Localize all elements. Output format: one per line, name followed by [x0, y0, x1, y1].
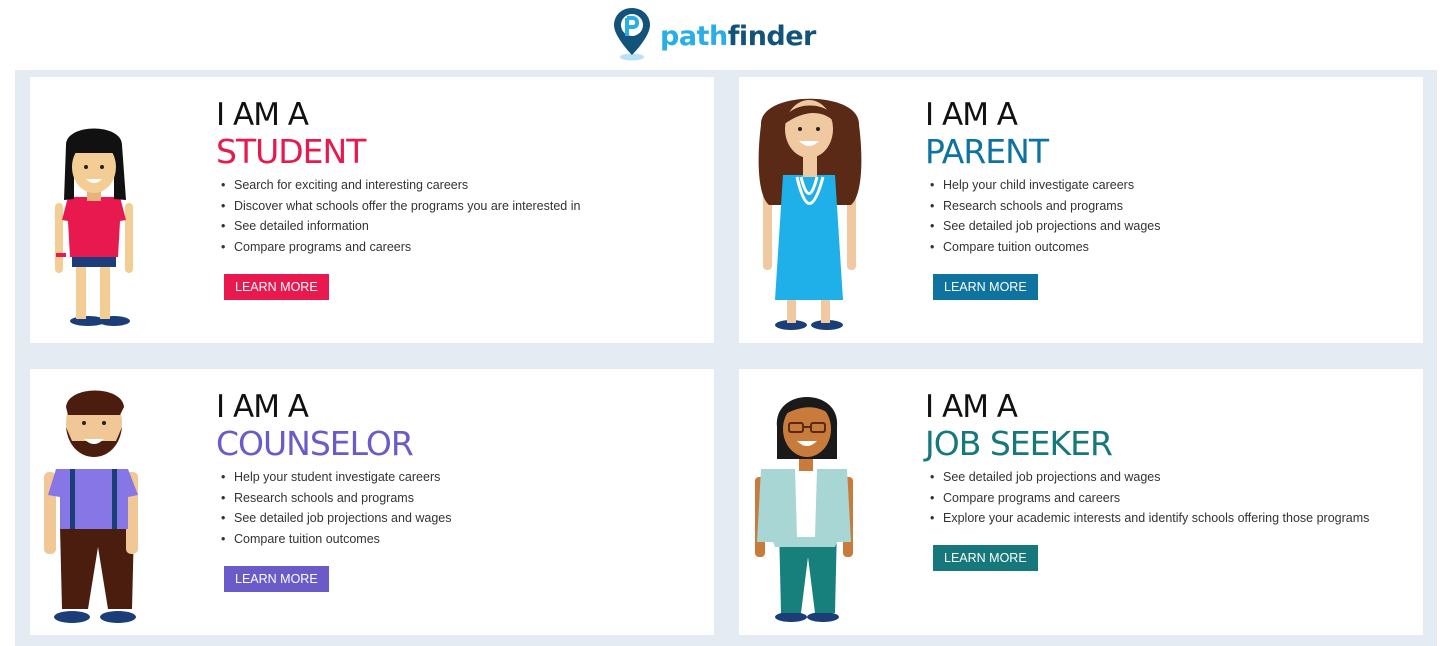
card-role-title: JOB SEEKER	[925, 424, 1113, 463]
parent-illustration	[751, 85, 871, 335]
card-parent: I AM A PARENT Help your child investigat…	[739, 77, 1423, 343]
list-item: Discover what schools offer the programs…	[218, 196, 580, 217]
pathfinder-logo[interactable]: pathfinder	[612, 6, 816, 62]
logo-text-path: path	[660, 20, 728, 52]
card-prefix: I AM A	[925, 389, 1018, 425]
site-header: pathfinder	[0, 0, 1442, 70]
learn-more-button[interactable]: LEARN MORE	[933, 545, 1038, 572]
learn-more-button[interactable]: LEARN MORE	[224, 565, 329, 592]
map-pin-logo-icon	[614, 8, 650, 61]
card-prefix: I AM A	[216, 97, 309, 133]
learn-more-button[interactable]: LEARN MORE	[933, 273, 1038, 300]
list-item: Compare programs and careers	[927, 488, 1369, 509]
card-role-title: PARENT	[925, 132, 1049, 171]
list-item: Compare tuition outcomes	[927, 237, 1161, 258]
feature-list: Search for exciting and interesting care…	[218, 175, 580, 258]
feature-list: Help your student investigate careers Re…	[218, 467, 452, 550]
list-item: See detailed job projections and wages	[927, 216, 1161, 237]
list-item: Help your student investigate careers	[218, 467, 452, 488]
feature-list: Help your child investigate careers Rese…	[927, 175, 1161, 258]
list-item: See detailed job projections and wages	[927, 467, 1369, 488]
list-item: Search for exciting and interesting care…	[218, 175, 580, 196]
list-item: Research schools and programs	[927, 196, 1161, 217]
card-role-title: COUNSELOR	[216, 424, 414, 463]
card-content: I AM A COUNSELOR Help your student inves…	[216, 389, 452, 592]
card-counselor: I AM A COUNSELOR Help your student inves…	[30, 369, 714, 635]
card-student: I AM A STUDENT Search for exciting and i…	[30, 77, 714, 343]
card-job-seeker: I AM A JOB SEEKER See detailed job proje…	[739, 369, 1423, 635]
card-content: I AM A JOB SEEKER See detailed job proje…	[925, 389, 1369, 572]
card-prefix: I AM A	[925, 97, 1018, 133]
job-seeker-illustration	[751, 377, 871, 627]
list-item: Research schools and programs	[218, 488, 452, 509]
learn-more-button[interactable]: LEARN MORE	[224, 273, 329, 300]
card-prefix: I AM A	[216, 389, 309, 425]
list-item: Compare programs and careers	[218, 237, 580, 258]
list-item: See detailed job projections and wages	[218, 508, 452, 529]
card-content: I AM A STUDENT Search for exciting and i…	[216, 97, 580, 300]
list-item: Compare tuition outcomes	[218, 529, 452, 550]
feature-list: See detailed job projections and wages C…	[927, 467, 1369, 529]
list-item: Help your child investigate careers	[927, 175, 1161, 196]
logo-text-finder: finder	[727, 20, 817, 52]
card-content: I AM A PARENT Help your child investigat…	[925, 97, 1161, 300]
list-item: See detailed information	[218, 216, 580, 237]
student-illustration	[42, 85, 162, 335]
counselor-illustration	[42, 377, 162, 627]
list-item: Explore your academic interests and iden…	[927, 508, 1369, 529]
card-role-title: STUDENT	[216, 132, 366, 171]
